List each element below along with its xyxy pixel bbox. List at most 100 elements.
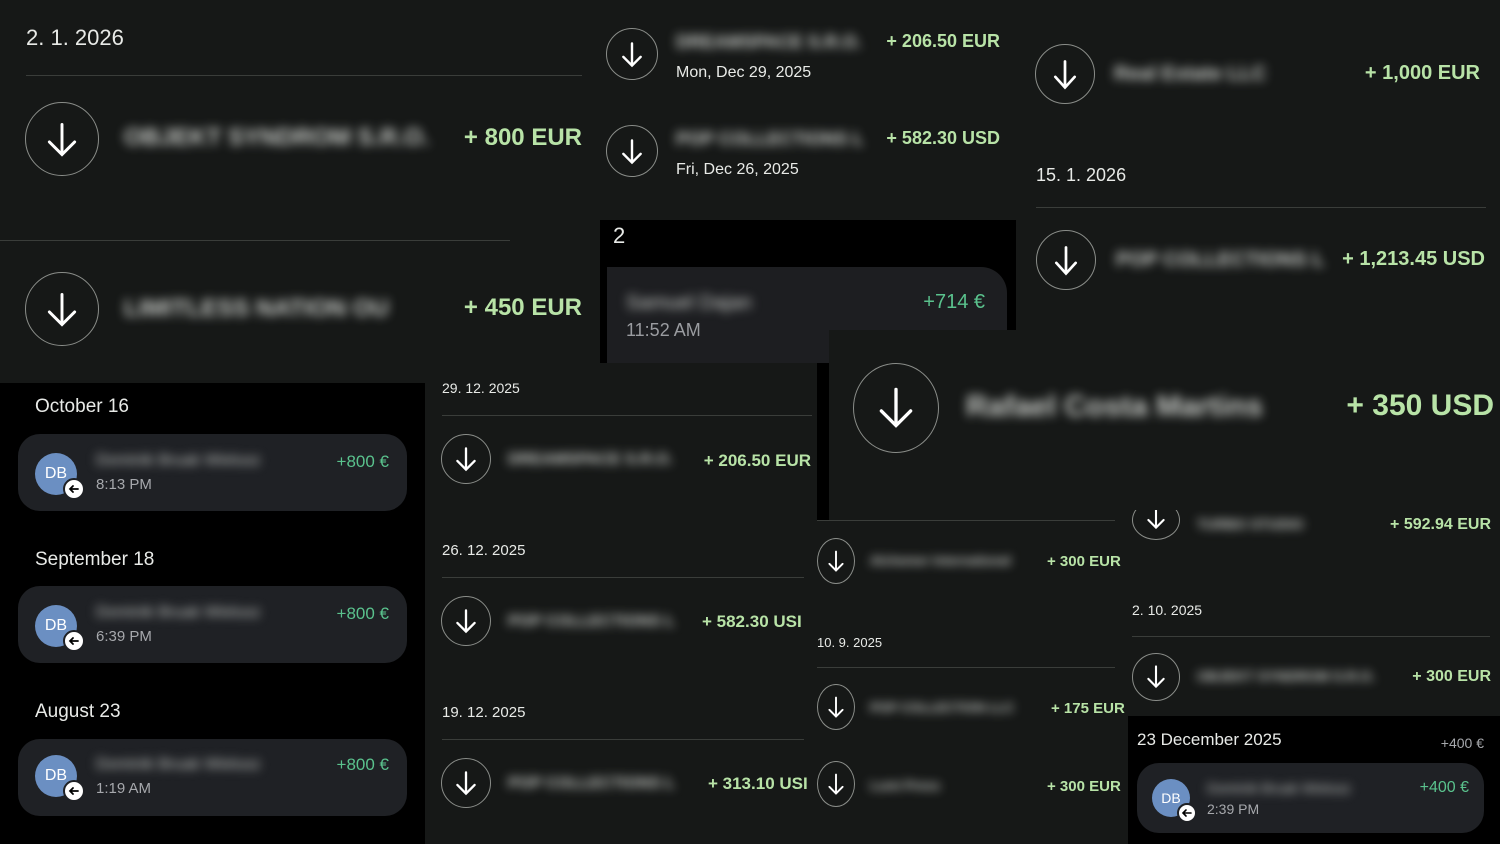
panel-transactions-sep: Alchemer International + 300 EUR 10. 9. … — [817, 520, 1128, 844]
arrow-down-icon — [853, 363, 939, 453]
panel-transactions-oct: TURBO STUDIO + 592.94 EUR 2. 10. 2025 OB… — [1128, 510, 1500, 716]
divider — [1036, 207, 1486, 208]
arrow-left-icon — [63, 478, 85, 500]
date-header: 10. 9. 2025 — [817, 635, 883, 650]
counterparty-name: TURBO STUDIO — [1197, 516, 1304, 532]
divider — [817, 520, 1115, 521]
transaction-amount: + 206.50 EUR — [886, 31, 1000, 51]
date-header: October 16 — [35, 396, 129, 417]
divider — [1132, 636, 1490, 637]
transaction-amount: + 350 USD — [1346, 389, 1494, 422]
transaction-card[interactable]: DB Dominik Bruak Wielusz +800 € 1:19 AM — [18, 739, 407, 816]
panel-transactions-jan-2: 2. 1. 2026 OBJEKT SYNDROM S.R.O. + 800 E… — [0, 0, 600, 383]
divider — [442, 415, 812, 416]
arrow-down-icon — [1035, 44, 1095, 104]
arrow-down-icon — [25, 102, 99, 176]
arrow-down-icon — [1036, 230, 1096, 290]
counterparty-name: Dominik Bruak Wielusz — [1207, 780, 1351, 796]
panel-revolut-dec-23: 23 December 2025 +400 € DB Dominik Bruak… — [1128, 716, 1500, 844]
arrow-left-icon — [63, 630, 85, 652]
date-header: 2. 1. 2026 — [26, 25, 124, 50]
date-header: 29. 12. 2025 — [442, 380, 520, 396]
counterparty-name: DREAMSPACE S.R.O. — [508, 451, 674, 468]
transaction-amount: + 1,000 EUR — [1364, 62, 1480, 84]
transaction-time: 6:39 PM — [96, 628, 152, 645]
transaction-amount: + 206.50 EUR — [703, 451, 811, 470]
transaction-card[interactable]: DB Dominik Bruak Wielusz +800 € 6:39 PM — [18, 586, 407, 663]
arrow-down-icon — [817, 684, 855, 730]
counterparty-name: DREAMSPACE S.R.O. — [676, 32, 862, 52]
date-header: 23 December 2025 — [1137, 730, 1282, 749]
counterparty-name: Alchemer International — [870, 553, 1011, 568]
arrow-left-icon — [1177, 803, 1197, 823]
transaction-card[interactable]: DB Dominik Bruak Wielusz +800 € 8:13 PM — [18, 434, 407, 511]
panel-transactions-dec: 29. 12. 2025 DREAMSPACE S.R.O. + 206.50 … — [425, 363, 817, 844]
transaction-amount: + 582.30 USD — [886, 128, 1000, 148]
transaction-amount: + 300 EUR — [1047, 778, 1121, 795]
counterparty-name: Lumi Press — [870, 778, 941, 793]
counterparty-name: Dominik Bruak Wielusz — [96, 452, 261, 469]
arrow-down-icon — [606, 125, 658, 177]
transaction-amount: +714 € — [923, 291, 985, 313]
transaction-amount: + 1,213.45 USD — [1342, 248, 1485, 270]
transaction-amount: + 582.30 USI — [702, 612, 802, 631]
transaction-amount: + 313.10 USI — [708, 774, 808, 793]
arrow-down-icon — [1132, 510, 1180, 540]
transaction-amount: +800 € — [336, 604, 389, 623]
counterparty-name: POP COLLECTIONS L — [676, 129, 864, 149]
transaction-amount: +400 € — [1419, 779, 1469, 796]
transaction-amount: +800 € — [336, 755, 389, 774]
date-header: September 18 — [35, 549, 155, 570]
day-total: +400 € — [1440, 735, 1484, 751]
counterparty-name: POP COLLECTIONS L — [508, 613, 675, 630]
date-header: 15. 1. 2026 — [1036, 165, 1127, 185]
arrow-down-icon — [817, 761, 855, 807]
arrow-down-icon — [817, 538, 855, 584]
counterparty-name: Samuel Dajan — [626, 292, 752, 314]
counterparty-name: Dominik Bruak Wielusz — [96, 604, 261, 621]
arrow-down-icon — [441, 434, 491, 484]
panel-revolut-history: October 16 DB Dominik Bruak Wielusz +800… — [0, 383, 425, 844]
date-header: 26. 12. 2025 — [442, 542, 526, 559]
arrow-down-icon — [441, 758, 491, 808]
transaction-time: 8:13 PM — [96, 476, 152, 493]
panel-transaction-large: Rafael Costa Martins + 350 USD — [829, 330, 1500, 520]
divider — [817, 667, 1115, 668]
date-header: August 23 — [35, 701, 121, 722]
arrow-left-icon — [63, 780, 85, 802]
transaction-amount: + 300 EUR — [1412, 668, 1491, 685]
transaction-amount: +800 € — [336, 452, 389, 471]
arrow-down-icon — [606, 28, 658, 80]
counterparty-name: POP COLLECTION LLC — [870, 700, 1015, 715]
transaction-card[interactable]: DB Dominik Bruak Wielusz +400 € 2:39 PM — [1137, 763, 1484, 833]
date-header: 2. 10. 2025 — [1132, 602, 1203, 618]
arrow-down-icon — [441, 596, 491, 646]
transaction-time: 1:19 AM — [96, 780, 152, 797]
counterparty-name: LIMITLESS NATION OU — [124, 295, 389, 322]
counterparty-name: Dominik Bruak Wielusz — [96, 756, 261, 773]
transaction-amount: + 175 EUR — [1051, 700, 1125, 717]
transaction-time: 11:52 AM — [626, 320, 701, 340]
arrow-down-icon — [25, 272, 99, 346]
transaction-amount: + 450 EUR — [463, 294, 582, 321]
panel-transactions-jan-15: Real Estate LLC + 1,000 EUR 15. 1. 2026 … — [1016, 0, 1500, 330]
transaction-date: Fri, Dec 26, 2025 — [676, 161, 799, 178]
counterparty-name: POP COLLECTIONS L — [1116, 249, 1325, 271]
counterparty-name: Real Estate LLC — [1114, 63, 1267, 85]
divider — [0, 240, 510, 241]
arrow-down-icon — [1132, 653, 1180, 701]
counterparty-name: OBJEKT SYNDROM S.R.O. — [124, 124, 430, 151]
panel-transactions-dec-29: DREAMSPACE S.R.O. + 206.50 EUR Mon, Dec … — [600, 0, 1016, 220]
counterparty-name: OBJEKT SYNDROM S.R.O. — [1197, 668, 1376, 684]
transaction-amount: + 800 EUR — [463, 124, 582, 151]
divider — [442, 577, 804, 578]
counterparty-name: Rafael Costa Martins — [966, 390, 1263, 423]
date-header: 19. 12. 2025 — [442, 704, 526, 721]
transaction-time: 2:39 PM — [1207, 801, 1260, 817]
section-header: 2 — [613, 223, 626, 248]
transaction-date: Mon, Dec 29, 2025 — [676, 64, 812, 81]
divider — [442, 739, 804, 740]
counterparty-name: POP COLLECTIONS L — [508, 775, 675, 792]
divider — [26, 75, 582, 76]
transaction-amount: + 592.94 EUR — [1390, 516, 1491, 533]
